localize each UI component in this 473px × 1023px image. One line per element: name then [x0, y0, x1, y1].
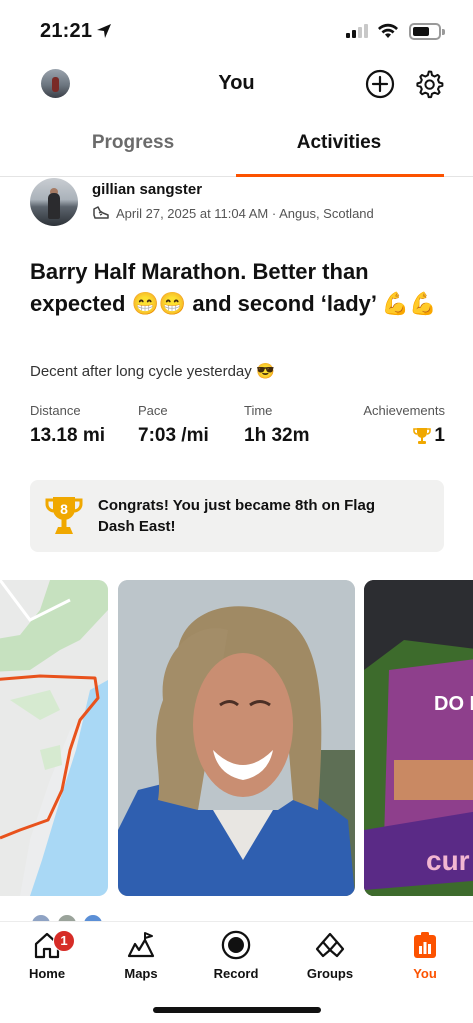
tab-progress[interactable]: Progress [30, 122, 236, 176]
tab-label: You [413, 966, 437, 981]
plus-circle-icon [365, 69, 395, 99]
stat-value: 13.18 mi [30, 425, 105, 446]
stat-distance: Distance 13.18 mi [30, 403, 105, 447]
stat-label: Achievements [363, 403, 445, 418]
groups-icon [315, 932, 345, 958]
snack-photo[interactable]: DO MIX cur [364, 580, 473, 896]
snack-bar-text: cur [426, 845, 470, 876]
app-header: You [0, 62, 473, 112]
selfie-graphic [118, 580, 355, 896]
tab-label: Record [213, 966, 259, 981]
activity-stats: Distance 13.18 mi Pace 7:03 /mi Time 1h … [30, 403, 445, 453]
tab-groups[interactable]: Groups [290, 926, 370, 986]
snack-brand-text: DO MIX [434, 693, 473, 715]
add-button[interactable] [364, 68, 396, 100]
maps-icon [127, 932, 155, 958]
stat-label: Time [244, 403, 273, 418]
tab-label: Groups [306, 966, 354, 981]
athlete-name[interactable]: gillian sangster [92, 181, 202, 198]
running-shoe-icon [93, 206, 109, 219]
battery-icon [409, 23, 445, 40]
stat-label: Pace [138, 403, 168, 418]
stat-value: 7:03 /mi [138, 425, 209, 446]
snack-graphic: DO MIX cur [364, 580, 473, 896]
activity-description: Decent after long cycle yesterday 😎 [30, 363, 275, 380]
trophy-icon [413, 428, 432, 444]
activity-date-location: April 27, 2025 at 11:04 AM · Angus, Scot… [116, 205, 374, 221]
stat-value: 1h 32m [244, 425, 310, 446]
wifi-icon [378, 23, 398, 38]
page-title: You [218, 72, 255, 94]
media-carousel[interactable]: DO MIX cur [0, 580, 473, 896]
tab-label: Home [28, 966, 66, 981]
tab-label: Maps [124, 966, 158, 981]
achievement-banner[interactable]: 8 Congrats! You just became 8th on Flag … [30, 480, 444, 552]
cellular-signal-icon [346, 24, 368, 38]
tab-home[interactable]: 1 Home [7, 926, 87, 986]
stat-achievements[interactable]: Achievements 1 [363, 403, 445, 447]
location-arrow-icon [97, 24, 111, 38]
trophy-8th-icon: 8 [45, 497, 83, 534]
notification-badge: 1 [53, 930, 75, 952]
activity-title[interactable]: Barry Half Marathon. Better than expecte… [30, 256, 445, 320]
record-icon [221, 930, 251, 960]
route-map[interactable] [0, 580, 108, 896]
tab-you[interactable]: You [385, 926, 465, 986]
you-icon [414, 932, 436, 958]
route-map-graphic [0, 580, 108, 896]
status-bar: 21:21 [0, 0, 473, 62]
active-tab-indicator [236, 174, 444, 177]
stat-label: Distance [30, 403, 81, 418]
stat-value: 1 [363, 425, 445, 447]
settings-button[interactable] [413, 68, 445, 100]
athlete-avatar[interactable] [30, 178, 78, 226]
achievements-count: 1 [434, 425, 445, 446]
trophy-rank-number: 8 [60, 501, 68, 517]
activity-meta: April 27, 2025 at 11:04 AM · Angus, Scot… [92, 205, 374, 221]
gear-icon [416, 70, 444, 99]
achievement-text: Congrats! You just became 8th on Flag Da… [98, 497, 375, 535]
tab-maps[interactable]: Maps [101, 926, 181, 986]
home-indicator [153, 1007, 321, 1013]
bottom-tab-bar: 1 Home Maps Record Groups You [0, 921, 473, 1023]
segment-tabs: Progress Activities [0, 122, 473, 177]
activity-post-header: gillian sangster April 27, 2025 at 11:04… [30, 178, 450, 228]
stat-time: Time 1h 32m [244, 403, 309, 447]
tab-activities[interactable]: Activities [236, 122, 442, 176]
tab-record[interactable]: Record [196, 926, 276, 986]
stat-pace: Pace 7:03 /mi [138, 403, 209, 447]
status-time: 21:21 [40, 20, 93, 42]
selfie-photo[interactable] [118, 580, 355, 896]
